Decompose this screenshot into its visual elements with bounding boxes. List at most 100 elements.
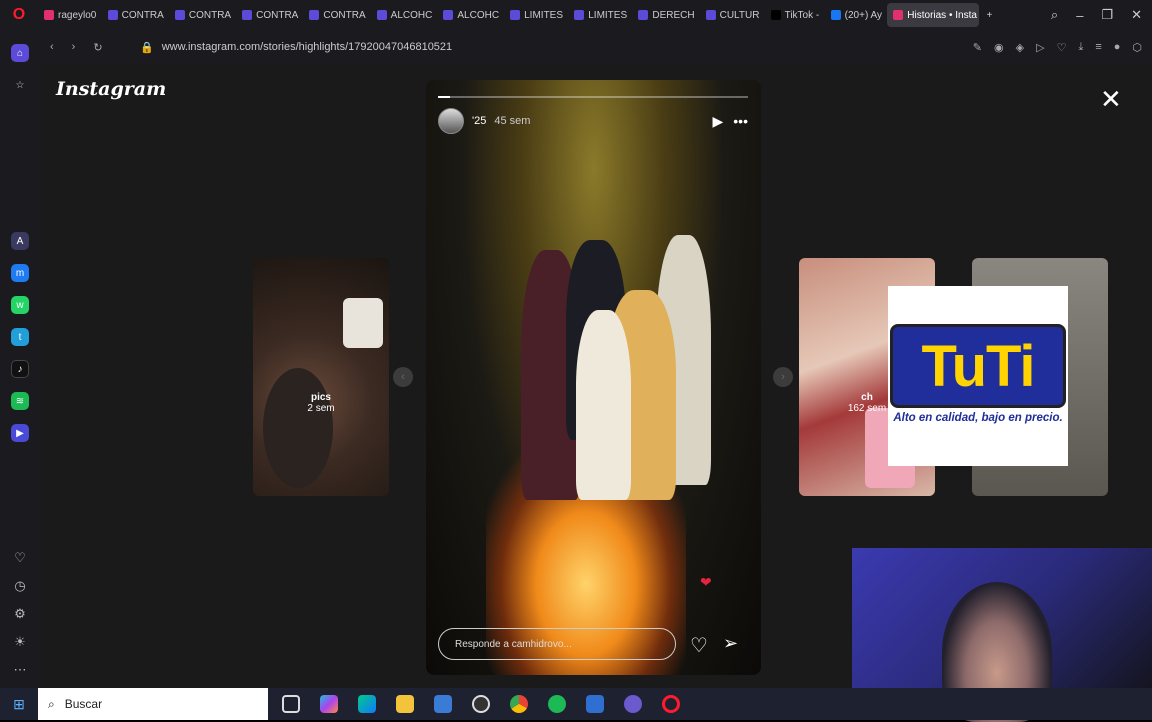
spotify-icon[interactable]: ≋ (11, 392, 29, 410)
opera-icon[interactable] (662, 695, 680, 713)
whatsapp-icon[interactable]: w (11, 296, 29, 314)
more-options-icon[interactable]: ••• (733, 113, 748, 130)
new-tab-button[interactable]: + (981, 3, 999, 27)
tab-favicon-icon (574, 10, 585, 20)
tuti-slogan: Alto en calidad, bajo en precio. (893, 412, 1063, 424)
story-controls: ▶ ••• (713, 113, 749, 130)
browser-tab[interactable]: DERECH (632, 3, 697, 27)
sidebar-bottom: ♡ ◷ ⚙ ☀ ⋯ (0, 550, 40, 688)
browser-tab[interactable]: LIMITES (568, 3, 630, 27)
history-icon[interactable]: ◷ (14, 578, 25, 594)
camera-icon[interactable]: ◉ (994, 41, 1004, 54)
tab-label: Historias • Insta (907, 9, 977, 21)
player-icon[interactable]: ▶ (11, 424, 29, 442)
browser-tab[interactable]: TikTok - (765, 3, 823, 27)
home-icon[interactable]: ⌂ (11, 44, 29, 62)
browser-tab[interactable]: ALCOHC (371, 3, 436, 27)
prev-story-title: pics (310, 392, 331, 403)
story-viewer[interactable]: '25 45 sem ▶ ••• ❤ Responde a camhidrovo… (426, 80, 761, 675)
send-icon[interactable]: ➢ (723, 633, 738, 654)
forward-icon[interactable]: › (72, 41, 76, 54)
discord-icon[interactable] (624, 695, 642, 713)
aria-icon[interactable]: A (11, 232, 29, 250)
obs-icon[interactable] (472, 695, 490, 713)
url-field[interactable]: 🔒 www.instagram.com/stories/highlights/1… (140, 41, 973, 54)
tab-search-icon[interactable]: ⌕ (1051, 7, 1058, 23)
taskbar-search[interactable]: ⌕ Buscar (38, 688, 268, 720)
settings-icon[interactable]: ⚙ (14, 606, 26, 622)
task-view-icon[interactable] (282, 695, 300, 713)
reply-input[interactable]: Responde a camhidrovo... (438, 628, 676, 660)
chrome-icon[interactable] (510, 695, 528, 713)
app-icon[interactable] (586, 695, 604, 713)
reload-icon[interactable]: ↻ (93, 41, 102, 54)
copilot-icon[interactable] (320, 695, 338, 713)
tuti-brand: TuTi (890, 324, 1066, 408)
lightbulb-icon[interactable]: ☀ (14, 634, 26, 650)
extensions-icon[interactable]: ⬡ (1132, 41, 1142, 54)
prev-story-thumb[interactable]: pics 2 sem (253, 258, 389, 496)
browser-tab[interactable]: (20+) Ay (825, 3, 886, 27)
nav-buttons: ‹ › ↻ (40, 41, 140, 54)
edit-icon[interactable]: ✎ (973, 41, 982, 54)
story-photo (466, 230, 726, 510)
play-icon[interactable]: ▶ (713, 113, 724, 130)
shield-icon[interactable]: ◈ (1016, 41, 1024, 54)
play-icon[interactable]: ▷ (1036, 41, 1044, 54)
lock-icon: 🔒 (140, 41, 154, 54)
instagram-logo[interactable]: Instagram (56, 78, 166, 100)
more-icon[interactable]: ⋯ (14, 662, 27, 678)
tab-favicon-icon (44, 10, 54, 20)
edge-icon[interactable] (358, 695, 376, 713)
tiktok-icon[interactable]: ♪ (11, 360, 29, 378)
browser-tab[interactable]: CONTRA (169, 3, 234, 27)
like-icon[interactable]: ♡ (690, 633, 708, 658)
menu-icon[interactable]: ≡ (1095, 41, 1101, 54)
next-story-arrow[interactable]: › (773, 367, 793, 387)
telegram-icon[interactable]: t (11, 328, 29, 346)
heart-icon[interactable]: ♡ (1057, 41, 1067, 54)
story-username[interactable]: '25 (472, 115, 486, 127)
prev-story-arrow[interactable]: ‹ (393, 367, 413, 387)
maximize-button[interactable]: ❐ (1101, 7, 1113, 23)
browser-tab[interactable]: CONTRA (102, 3, 167, 27)
file-explorer-icon[interactable] (396, 695, 414, 713)
back-icon[interactable]: ‹ (50, 41, 54, 54)
close-stories-button[interactable]: ✕ (1100, 84, 1122, 115)
prev-story-label: pics 2 sem (253, 392, 389, 414)
store-icon[interactable] (434, 695, 452, 713)
messenger-icon[interactable]: m (11, 264, 29, 282)
browser-tab[interactable]: rageylo0 (38, 3, 100, 27)
windows-start-icon[interactable]: ⊞ (0, 696, 38, 713)
tab-label: ALCOHC (457, 9, 500, 21)
tab-favicon-icon (376, 10, 387, 20)
tab-favicon-icon (242, 10, 253, 20)
spotify-icon[interactable] (548, 695, 566, 713)
tab-favicon-icon (443, 10, 454, 20)
browser-tab[interactable]: LIMITES (504, 3, 566, 27)
minimize-button[interactable]: – (1076, 8, 1083, 23)
story-progress-bar (438, 96, 748, 98)
opera-menu-button[interactable]: O (0, 0, 38, 30)
browser-tab[interactable]: CULTUR (700, 3, 763, 27)
opera-sidebar: ⌂ ☆ A m w t ♪ ≋ ▶ ♡ ◷ ⚙ ☀ ⋯ (0, 30, 40, 688)
search-icon: ⌕ (48, 696, 55, 711)
browser-tab[interactable]: ALCOHC (437, 3, 502, 27)
close-window-button[interactable]: ✕ (1131, 7, 1142, 23)
browser-tab[interactable]: Historias • Insta (887, 3, 979, 27)
star-icon[interactable]: ☆ (11, 76, 29, 94)
url-text: www.instagram.com/stories/highlights/179… (161, 41, 453, 53)
prev-story-time: 2 sem (307, 403, 335, 414)
tab-label: DERECH (652, 9, 695, 21)
browser-tab[interactable]: CONTRA (236, 3, 301, 27)
story-avatar[interactable] (438, 108, 464, 134)
story-header: '25 45 sem ▶ ••• (438, 108, 748, 134)
browser-tab[interactable]: CONTRA (303, 3, 368, 27)
profile-avatar[interactable]: ● (1114, 41, 1121, 54)
tab-favicon-icon (510, 10, 521, 20)
toolbar: ✎ ◉ ◈ ▷ ♡ ⤓ ≡ ● ⬡ (973, 41, 1152, 54)
window-controls: ⌕ – ❐ ✕ (1051, 7, 1152, 23)
heart-icon[interactable]: ♡ (14, 550, 26, 566)
tab-label: ALCOHC (390, 9, 433, 21)
download-icon[interactable]: ⤓ (1078, 41, 1083, 54)
